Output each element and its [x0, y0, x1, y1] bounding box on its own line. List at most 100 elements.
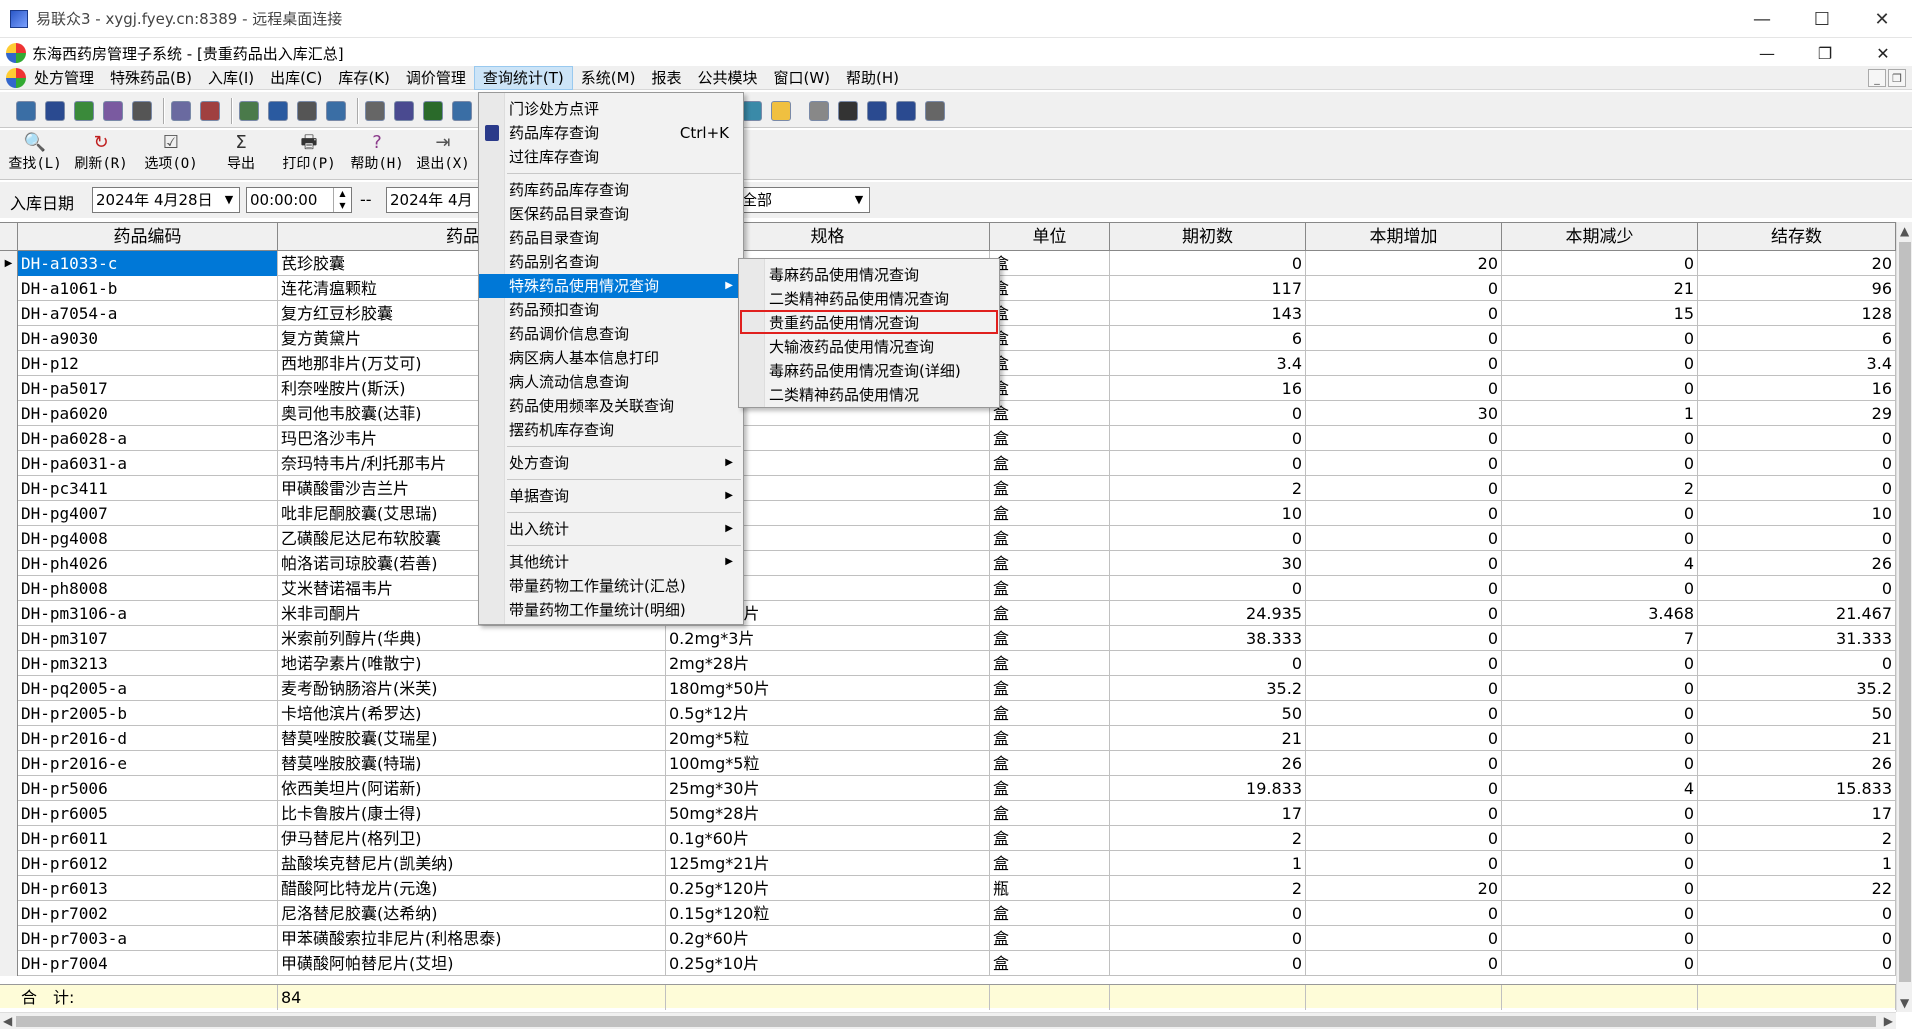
table-row[interactable]: DH-pq2005-a 麦考酚钠肠溶片(米芙) 180mg*50片盒 35.2 0 0 35… — [0, 676, 1896, 701]
notebook-icon[interactable] — [326, 101, 346, 121]
table-cell[interactable]: 35.2 — [1110, 676, 1306, 701]
table-cell[interactable]: 0 — [1502, 851, 1698, 876]
table-row[interactable]: DH-pr7004 甲磺酸阿帕替尼片(艾坦) 0.25g*10片盒 0 0 0 0 — [0, 951, 1896, 976]
table-cell[interactable]: 0 — [1502, 426, 1698, 451]
table-cell[interactable]: 盒 — [990, 476, 1110, 501]
table-cell[interactable]: 麦考酚钠肠溶片(米芙) — [278, 676, 666, 701]
table-cell[interactable]: 50mg*28片 — [666, 801, 990, 826]
table-cell[interactable]: 盒 — [990, 926, 1110, 951]
mdi-child-logo-icon[interactable] — [6, 67, 26, 88]
table-cell[interactable]: DH-pr6011 — [18, 826, 278, 851]
table-cell[interactable]: 0 — [1698, 951, 1896, 976]
query-menu-item-24[interactable]: 带量药物工作量统计(明细) — [479, 598, 743, 622]
table-cell[interactable]: 瓶 — [990, 876, 1110, 901]
scroll-down-icon[interactable]: ▼ — [1900, 996, 1909, 1010]
column-header-3[interactable]: 单位 — [990, 223, 1110, 251]
table-cell[interactable]: 30 — [1110, 551, 1306, 576]
row-selector[interactable] — [0, 551, 18, 576]
table-cell[interactable]: 0 — [1306, 951, 1502, 976]
table-cell[interactable]: 替莫唑胺胶囊(艾瑞星) — [278, 726, 666, 751]
table-cell[interactable]: 0.25g*10片 — [666, 951, 990, 976]
table-cell[interactable]: 尼洛替尼胶囊(达希纳) — [278, 901, 666, 926]
table-cell[interactable]: 20 — [1698, 251, 1896, 276]
query-menu-item-13[interactable]: 药品使用频率及关联查询 — [479, 394, 743, 418]
query-menu-item-22[interactable]: 其他统计 ▶ — [479, 550, 743, 574]
app-close-button[interactable]: ✕ — [1854, 38, 1912, 68]
column-header-4[interactable]: 期初数 — [1110, 223, 1306, 251]
query-menu-item-18[interactable]: 单据查询 ▶ — [479, 484, 743, 508]
medicine-bottle-icon[interactable] — [45, 101, 65, 121]
table-cell[interactable]: DH-pr2016-e — [18, 751, 278, 776]
rd-minimize-button[interactable]: — — [1732, 0, 1792, 38]
table-icon[interactable] — [452, 101, 472, 121]
row-selector[interactable] — [0, 476, 18, 501]
table-cell[interactable]: 0 — [1306, 376, 1502, 401]
query-menu-item-2[interactable]: 过往库存查询 — [479, 145, 743, 169]
table-cell[interactable]: 0 — [1502, 351, 1698, 376]
table-cell[interactable]: 0 — [1502, 251, 1698, 276]
menu-item-6[interactable]: 查询统计(T) — [473, 65, 573, 90]
table-cell[interactable]: 0 — [1306, 826, 1502, 851]
row-selector[interactable]: ▶ — [0, 251, 18, 276]
table-cell[interactable]: 1 — [1698, 851, 1896, 876]
table-cell[interactable]: 6 — [1110, 326, 1306, 351]
table-cell[interactable]: DH-a7054-a — [18, 301, 278, 326]
row-selector[interactable] — [0, 826, 18, 851]
table-cell[interactable]: 125mg*21片 — [666, 851, 990, 876]
table-cell[interactable]: 盒 — [990, 801, 1110, 826]
table-cell[interactable]: 盒 — [990, 776, 1110, 801]
table-cell[interactable]: DH-ph8008 — [18, 576, 278, 601]
table-cell[interactable]: 0 — [1306, 926, 1502, 951]
table-cell[interactable]: 盒 — [990, 326, 1110, 351]
row-selector[interactable] — [0, 926, 18, 951]
toolbar-button-4[interactable]: 🖶 打印(P) — [278, 132, 340, 178]
special-submenu-item-5[interactable]: 二类精神药品使用情况 — [739, 383, 999, 407]
row-selector[interactable] — [0, 751, 18, 776]
toolbar-button-5[interactable]: ? 帮助(H) — [346, 132, 408, 178]
table-row[interactable]: DH-pg4008乙磺酸尼达尼布软胶囊0粒盒0000 — [0, 526, 1896, 551]
table-cell[interactable]: 0 — [1110, 526, 1306, 551]
table-cell[interactable]: 96 — [1698, 276, 1896, 301]
query-menu-item-16[interactable]: 处方查询 ▶ — [479, 451, 743, 475]
row-selector[interactable] — [0, 626, 18, 651]
scope-select[interactable]: 全部 ▼ — [738, 187, 870, 213]
vertical-scrollbar[interactable]: ▲ ▼ — [1896, 222, 1912, 1012]
table-row[interactable]: DH-ph4026帕洛诺司琼胶囊(若善)粒盒300426 — [0, 551, 1896, 576]
table-cell[interactable]: DH-a1061-b — [18, 276, 278, 301]
table-cell[interactable]: DH-pr6013 — [18, 876, 278, 901]
row-selector[interactable] — [0, 276, 18, 301]
table-cell[interactable]: 4 — [1502, 551, 1698, 576]
table-cell[interactable]: 0 — [1110, 926, 1306, 951]
document-check-icon[interactable] — [297, 101, 317, 121]
row-selector[interactable] — [0, 876, 18, 901]
table-cell[interactable]: 0 — [1306, 551, 1502, 576]
column-header-5[interactable]: 本期增加 — [1306, 223, 1502, 251]
table-cell[interactable]: 0 — [1306, 501, 1502, 526]
table-cell[interactable]: 盒 — [990, 726, 1110, 751]
table-cell[interactable]: 盒 — [990, 526, 1110, 551]
table-cell[interactable]: 0 — [1698, 651, 1896, 676]
table-cell[interactable]: 0 — [1698, 451, 1896, 476]
table-cell[interactable]: 2 — [1110, 876, 1306, 901]
table-cell[interactable]: DH-pr2016-d — [18, 726, 278, 751]
table-row[interactable]: DH-pr7003-a 甲苯磺酸索拉非尼片(利格思泰) 0.2g*60片盒 0 0 0 0 — [0, 926, 1896, 951]
table-cell[interactable]: 2mg*28片 — [666, 651, 990, 676]
search-icon[interactable] — [809, 101, 829, 121]
table-cell[interactable]: 0 — [1306, 901, 1502, 926]
table-cell[interactable]: DH-pr7004 — [18, 951, 278, 976]
query-menu-item-14[interactable]: 摆药机库存查询 — [479, 418, 743, 442]
menu-item-0[interactable]: 处方管理 — [26, 66, 102, 90]
row-selector[interactable] — [0, 301, 18, 326]
row-selector[interactable] — [0, 851, 18, 876]
row-selector[interactable] — [0, 901, 18, 926]
table-cell[interactable]: DH-pr7003-a — [18, 926, 278, 951]
table-cell[interactable]: 盒 — [990, 951, 1110, 976]
list-icon[interactable] — [268, 101, 288, 121]
time-spinner-icon[interactable]: ▲ ▼ — [333, 188, 351, 212]
table-cell[interactable]: 0 — [1698, 576, 1896, 601]
table-cell[interactable]: 21 — [1502, 276, 1698, 301]
table-cell[interactable]: 25mg*30片 — [666, 776, 990, 801]
table-cell[interactable]: DH-a1033-c — [18, 251, 278, 276]
horizontal-scroll-thumb[interactable] — [16, 1016, 1876, 1027]
table-cell[interactable]: 盒 — [990, 351, 1110, 376]
